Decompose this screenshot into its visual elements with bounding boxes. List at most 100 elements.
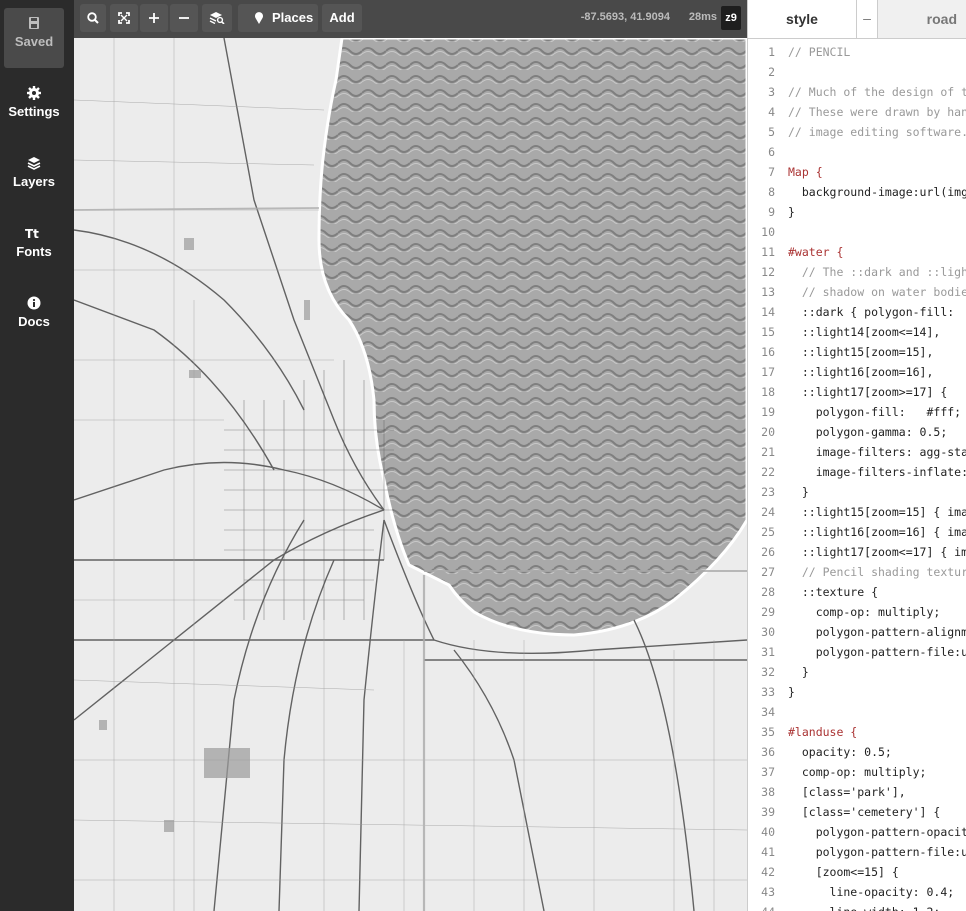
code-text: // shadow on water bodie (788, 285, 966, 299)
code-line: 16 ::light15[zoom=15], (748, 342, 966, 362)
code-area[interactable]: 1// PENCIL 2 3// Much of the design of t 4/… (748, 42, 966, 911)
line-number: 28 (761, 585, 775, 599)
tab-style[interactable]: style (748, 0, 856, 38)
code-text: image-filters-inflate: (788, 465, 966, 479)
zoom-in-button[interactable] (140, 4, 168, 32)
docs-button[interactable]: Docs (4, 288, 64, 348)
inspect-button[interactable] (202, 4, 232, 32)
code-line: 30 polygon-pattern-alignm (748, 622, 966, 642)
code-line: 42 [zoom<=15] { (748, 862, 966, 882)
code-line: 3 // Much of the design of t (748, 82, 966, 102)
line-number: 44 (748, 902, 775, 911)
code-line: 18 ::light17[zoom>=17] { (748, 382, 966, 402)
zoom-out-button[interactable] (170, 4, 198, 32)
code-text: comp-op: multiply; (788, 765, 927, 779)
line-number: 7 (768, 165, 775, 179)
code-line: 8 background-image:url(img (748, 182, 966, 202)
layers-button[interactable]: Layers (4, 148, 64, 208)
add-button[interactable]: Add (322, 4, 362, 32)
code-text: // PENCIL (788, 45, 851, 59)
line-number: 23 (761, 485, 775, 499)
line-number: 17 (761, 365, 775, 379)
code-line: 2 (748, 62, 966, 82)
line-number: 2 (768, 65, 775, 79)
line-number: 18 (761, 385, 775, 399)
code-line: 28 ::texture { (748, 582, 966, 602)
line-number: 12 (761, 265, 775, 279)
code-line: 10 (748, 222, 966, 242)
line-number: 36 (761, 745, 775, 759)
fonts-icon: Tt (25, 227, 39, 240)
settings-button[interactable]: Settings (4, 78, 64, 138)
line-number: 35 (761, 725, 775, 739)
line-number: 39 (761, 805, 775, 819)
line-number: 38 (761, 785, 775, 799)
map-rendering (74, 0, 747, 911)
line-number: 16 (761, 345, 775, 359)
coordinates-readout: -87.5693, 41.9094 (580, 11, 670, 23)
line-number: 8 (768, 185, 775, 199)
code-text: comp-op: multiply; (788, 605, 941, 619)
code-line: 22 image-filters-inflate: (748, 462, 966, 482)
code-text: ::light16[zoom=16] { ima (788, 525, 966, 539)
code-text: ::light15[zoom=15] { ima (788, 505, 966, 519)
code-line: 15 ::light14[zoom<=14], (748, 322, 966, 342)
code-line: 11 #water { (748, 242, 966, 262)
code-text: Map { (788, 165, 823, 179)
code-text: ::dark { polygon-fill: (788, 305, 962, 319)
code-text: #landuse { (788, 725, 858, 739)
layers-icon (27, 157, 41, 170)
places-label: Places (272, 10, 314, 25)
fonts-button[interactable]: Tt Fonts (4, 218, 64, 278)
code-line: 35 #landuse { (748, 722, 966, 742)
code-text: polygon-gamma: 0.5; (788, 425, 948, 439)
line-number: 6 (768, 145, 775, 159)
code-line: 34 (748, 702, 966, 722)
map-toolbar: Places Add -87.5693, 41.9094 28ms z9 (74, 0, 747, 38)
inspect-icon (209, 12, 225, 24)
line-number: 33 (761, 685, 775, 699)
code-line: 37 comp-op: multiply; (748, 762, 966, 782)
line-number: 9 (768, 205, 775, 219)
tab-collapse-button[interactable]: – (856, 0, 878, 38)
code-line: 7 Map { (748, 162, 966, 182)
line-number: 14 (761, 305, 775, 319)
search-icon (87, 12, 99, 24)
code-line: 20 polygon-gamma: 0.5; (748, 422, 966, 442)
line-number: 11 (761, 245, 775, 259)
map-canvas[interactable] (74, 0, 747, 911)
code-text: ::texture { (788, 585, 879, 599)
code-line: 27 // Pencil shading textur (748, 562, 966, 582)
code-line: 19 polygon-fill: #fff; (748, 402, 966, 422)
code-line: 14 ::dark { polygon-fill: (748, 302, 966, 322)
line-number: 29 (761, 605, 775, 619)
code-text: [class='cemetery'] { (788, 805, 941, 819)
line-number: 24 (761, 505, 775, 519)
saved-button[interactable]: Saved (4, 8, 64, 68)
search-button[interactable] (80, 4, 106, 32)
code-line: 40 polygon-pattern-opacit (748, 822, 966, 842)
code-text: line-width: 1.2; (788, 902, 941, 911)
line-number: 26 (761, 545, 775, 559)
line-number: 41 (761, 845, 775, 859)
code-line: 21 image-filters: agg-sta (748, 442, 966, 462)
places-button[interactable]: Places (238, 4, 318, 32)
code-text: polygon-pattern-opacit (788, 825, 966, 839)
code-text: } (788, 485, 809, 499)
line-number: 30 (761, 625, 775, 639)
code-text: ::light16[zoom=16], (788, 365, 934, 379)
code-text: // Pencil shading textur (788, 565, 966, 579)
code-line: 38 [class='park'], (748, 782, 966, 802)
code-text: background-image:url(img (788, 185, 966, 199)
fullscreen-icon (118, 12, 130, 24)
line-number: 31 (761, 645, 775, 659)
line-number: 21 (761, 445, 775, 459)
code-line: 24 ::light15[zoom=15] { ima (748, 502, 966, 522)
render-time: 28ms (688, 11, 717, 23)
tab-road[interactable]: road (878, 0, 966, 38)
code-line: 31 polygon-pattern-file:u (748, 642, 966, 662)
line-number: 19 (761, 405, 775, 419)
fullscreen-button[interactable] (110, 4, 138, 32)
layers-label: Layers (13, 174, 55, 189)
code-text: [zoom<=15] { (788, 865, 899, 879)
